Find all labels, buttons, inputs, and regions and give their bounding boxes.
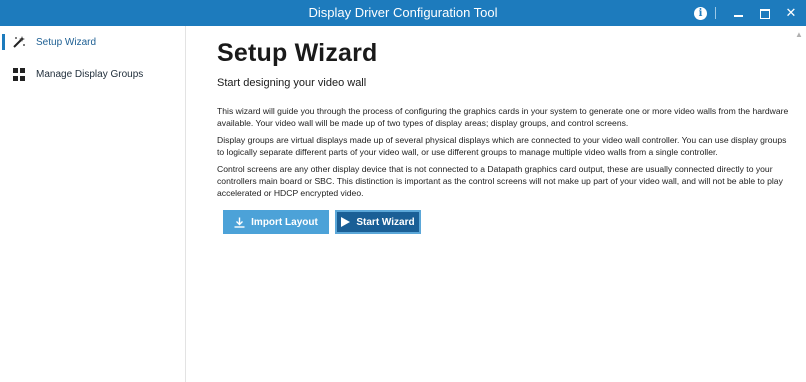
window-title: Display Driver Configuration Tool [308,5,498,20]
active-indicator [2,34,5,50]
sidebar-item-manage-display-groups[interactable]: Manage Display Groups [0,58,185,90]
control-screens-paragraph: Control screens are any other display de… [217,164,783,198]
sidebar-item-setup-wizard[interactable]: Setup Wizard [0,26,185,58]
main-content: Setup Wizard Start designing your video … [217,26,792,235]
import-layout-label: Import Layout [251,216,318,228]
start-wizard-button[interactable]: Start Wizard [335,210,421,235]
sidebar-item-label: Setup Wizard [36,36,97,48]
page-subtitle: Start designing your video wall [217,77,367,89]
sidebar: Setup Wizard Manage Display Groups [0,26,186,382]
scroll-up-icon[interactable]: ▲ [794,30,804,40]
app-window: Display Driver Configuration Tool i ✕ Se… [0,0,806,382]
title-bar[interactable]: Display Driver Configuration Tool i ✕ [0,0,806,26]
window-controls: i ✕ [694,0,806,26]
vertical-scrollbar[interactable]: ▲ [792,26,806,382]
play-icon [341,217,351,228]
intro-paragraph: This wizard will guide you through the p… [217,106,789,128]
page-title: Setup Wizard [217,39,378,67]
minimize-icon[interactable] [728,0,750,26]
action-buttons: Import Layout Start Wizard [223,210,792,235]
display-groups-paragraph: Display groups are virtual displays made… [217,135,787,157]
titlebar-separator [715,7,716,19]
grid-icon [12,67,26,81]
maximize-icon[interactable] [754,0,776,26]
sidebar-item-label: Manage Display Groups [36,68,144,80]
close-icon[interactable]: ✕ [780,0,802,26]
info-icon[interactable]: i [694,6,707,20]
wand-icon [12,35,26,49]
start-wizard-label: Start Wizard [356,216,415,228]
import-layout-button[interactable]: Import Layout [223,210,329,235]
download-icon [234,217,245,228]
